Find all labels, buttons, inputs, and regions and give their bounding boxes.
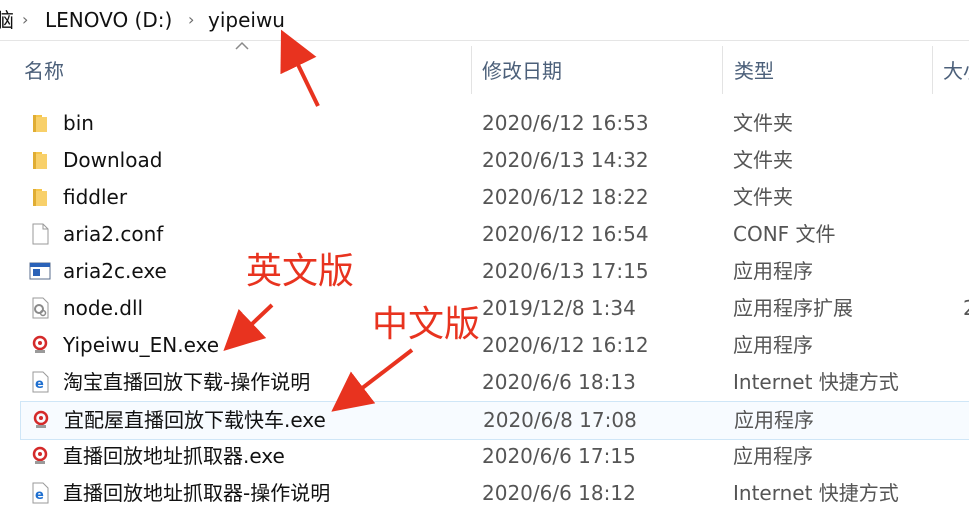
app-window-icon (29, 260, 51, 282)
file-name: bin (63, 111, 94, 135)
file-name: 淘宝直播回放下载-操作说明 (63, 370, 311, 394)
file-row-selected[interactable]: 宜配屋直播回放下载快车.exe 2020/6/8 17:08 应用程序 (20, 401, 969, 440)
folder-icon (29, 149, 51, 171)
file-row[interactable]: Yipeiwu_EN.exe 2020/6/12 16:12 应用程序 (20, 327, 969, 364)
file-modified: 2020/6/12 18:22 (482, 185, 649, 209)
file-name: 直播回放地址抓取器-操作说明 (63, 481, 331, 505)
file-modified: 2020/6/12 16:53 (482, 111, 649, 135)
red-app-icon (29, 334, 51, 356)
file-row[interactable]: node.dll 2019/12/8 1:34 应用程序扩展 2 (20, 290, 969, 327)
internet-shortcut-icon: e (29, 371, 51, 393)
file-modified: 2020/6/6 17:15 (482, 444, 636, 468)
file-modified: 2020/6/12 16:12 (482, 333, 649, 357)
file-row[interactable]: e 淘宝直播回放下载-操作说明 2020/6/6 18:13 Internet … (20, 364, 969, 401)
file-row[interactable]: aria2.conf 2020/6/12 16:54 CONF 文件 (20, 216, 969, 253)
folder-icon (29, 186, 51, 208)
svg-text:e: e (35, 377, 44, 392)
file-row[interactable]: bin 2020/6/12 16:53 文件夹 (20, 105, 969, 142)
file-name: Yipeiwu_EN.exe (63, 333, 220, 357)
file-size-partial: 2 (963, 293, 969, 323)
file-type: CONF 文件 (733, 222, 836, 246)
file-name: 直播回放地址抓取器.exe (63, 444, 285, 468)
file-type: Internet 快捷方式 (733, 370, 899, 394)
file-modified: 2020/6/6 18:13 (482, 370, 636, 394)
file-modified: 2020/6/13 17:15 (482, 259, 649, 283)
arrow-to-folder-icon (280, 29, 320, 107)
internet-shortcut-icon: e (29, 482, 51, 504)
file-name: 宜配屋直播回放下载快车.exe (64, 408, 326, 432)
file-type: 应用程序 (734, 408, 814, 432)
file-name: aria2.conf (63, 222, 164, 246)
breadcrumb-item-folder[interactable]: yipeiwu (208, 6, 285, 34)
column-header-size[interactable]: 大小 (943, 56, 969, 86)
file-type: 应用程序 (733, 444, 813, 468)
file-modified: 2020/6/8 17:08 (483, 408, 637, 432)
folder-icon (29, 112, 51, 134)
file-modified: 2020/6/13 14:32 (482, 148, 649, 172)
file-row[interactable]: Download 2020/6/13 14:32 文件夹 (20, 142, 969, 179)
file-name: aria2c.exe (63, 259, 167, 283)
file-modified: 2019/12/8 1:34 (482, 296, 636, 320)
annotation-english-version: 英文版 (246, 251, 355, 292)
breadcrumb-chevron-icon: › (188, 10, 195, 29)
breadcrumb-chevron-icon: › (22, 10, 29, 29)
file-type: 文件夹 (733, 148, 793, 172)
column-divider[interactable] (932, 46, 933, 94)
file-row[interactable]: fiddler 2020/6/12 18:22 文件夹 (20, 179, 969, 216)
file-row[interactable]: aria2c.exe 2020/6/13 17:15 应用程序 (20, 253, 969, 290)
column-header-modified[interactable]: 修改日期 (482, 56, 562, 86)
breadcrumb-item-drive[interactable]: LENOVO (D:) (45, 6, 172, 34)
sort-ascending-icon (235, 41, 249, 50)
column-header-type[interactable]: 类型 (734, 56, 774, 86)
file-modified: 2020/6/12 16:54 (482, 222, 649, 246)
file-type: 应用程序扩展 (733, 296, 853, 320)
dll-gear-icon (29, 297, 51, 319)
address-bar[interactable]: 脑 › LENOVO (D:) › yipeiwu (0, 0, 969, 41)
annotation-chinese-version: 中文版 (372, 304, 481, 345)
svg-text:e: e (35, 488, 44, 503)
file-type: 文件夹 (733, 111, 793, 135)
file-type: 应用程序 (733, 333, 813, 357)
breadcrumb-item-pc[interactable]: 脑 (0, 6, 14, 34)
column-header-name[interactable]: 名称 (24, 56, 64, 86)
file-type: 文件夹 (733, 185, 793, 209)
file-name: Download (63, 148, 163, 172)
column-divider[interactable] (722, 46, 723, 94)
file-name: node.dll (63, 296, 144, 320)
file-row[interactable]: e 直播回放地址抓取器-操作说明 2020/6/6 18:12 Internet… (20, 475, 969, 512)
file-type: 应用程序 (733, 259, 813, 283)
file-name: fiddler (63, 185, 128, 209)
red-app-icon (29, 445, 51, 467)
file-modified: 2020/6/6 18:12 (482, 481, 636, 505)
document-icon (29, 223, 51, 245)
red-app-icon (30, 409, 52, 431)
column-divider[interactable] (471, 46, 472, 94)
file-type: Internet 快捷方式 (733, 481, 899, 505)
file-row[interactable]: 直播回放地址抓取器.exe 2020/6/6 17:15 应用程序 (20, 438, 969, 475)
